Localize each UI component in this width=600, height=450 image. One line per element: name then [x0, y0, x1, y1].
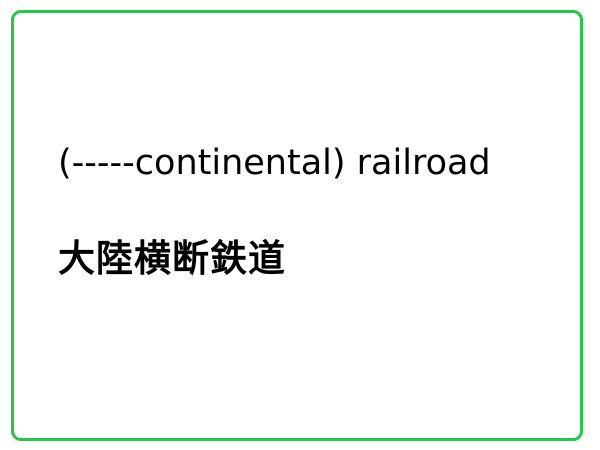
english-phrase: (-----continental) railroad [58, 143, 491, 183]
japanese-phrase: 大陸横断鉄道 [58, 237, 286, 280]
flashcard: (-----continental) railroad 大陸横断鉄道 [11, 10, 583, 441]
